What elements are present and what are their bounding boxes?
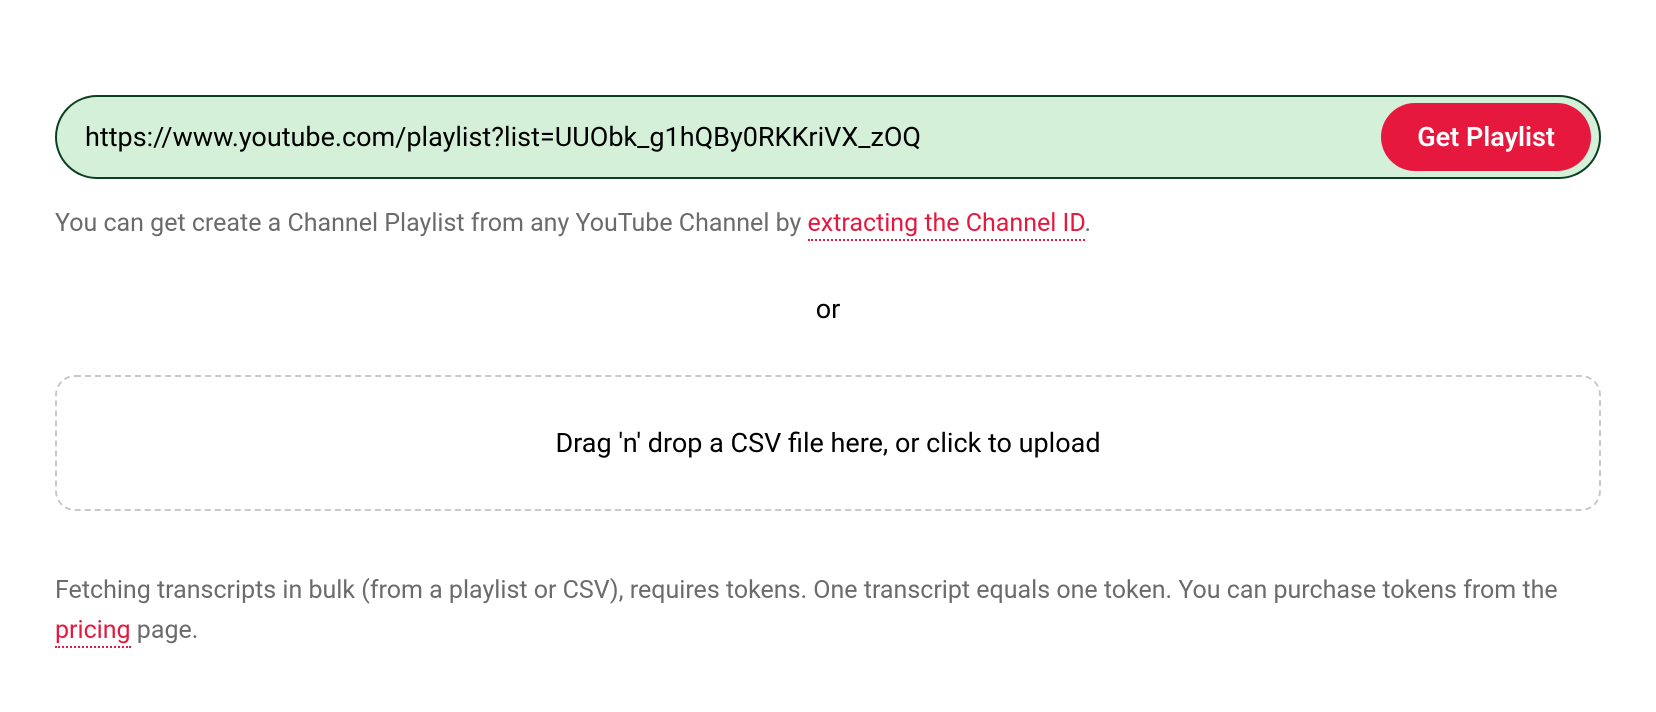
- tokens-footer-text: Fetching transcripts in bulk (from a pla…: [55, 571, 1601, 651]
- pricing-link[interactable]: pricing: [55, 616, 131, 648]
- channel-helper-prefix: You can get create a Channel Playlist fr…: [55, 209, 808, 238]
- or-separator: or: [55, 293, 1601, 325]
- tokens-footer-suffix: page.: [131, 616, 199, 645]
- extract-channel-id-link[interactable]: extracting the Channel ID: [808, 209, 1085, 241]
- playlist-input-row: Get Playlist: [55, 95, 1601, 179]
- csv-dropzone[interactable]: Drag 'n' drop a CSV file here, or click …: [55, 375, 1601, 511]
- channel-helper-text: You can get create a Channel Playlist fr…: [55, 205, 1601, 243]
- dropzone-text: Drag 'n' drop a CSV file here, or click …: [555, 427, 1100, 459]
- tokens-footer-prefix: Fetching transcripts in bulk (from a pla…: [55, 576, 1558, 605]
- playlist-url-input[interactable]: [85, 111, 1381, 163]
- get-playlist-button[interactable]: Get Playlist: [1381, 103, 1591, 171]
- channel-helper-suffix: .: [1085, 209, 1092, 238]
